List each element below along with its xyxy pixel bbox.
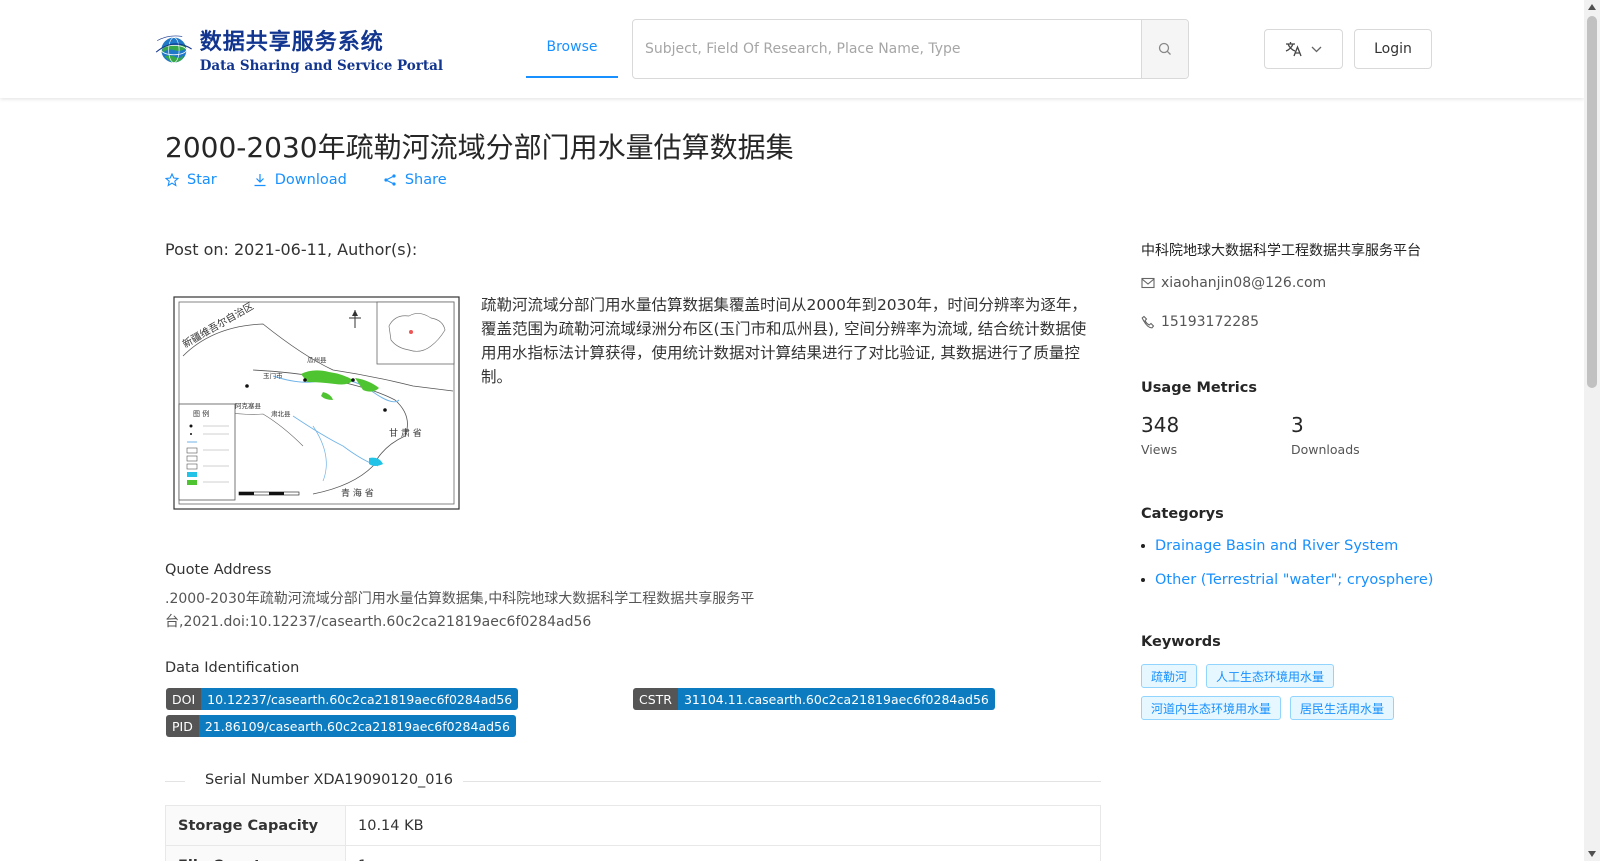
contact-email[interactable]: xiaohanjin08@126.com (1141, 275, 1326, 291)
downloads-count: 3 (1291, 413, 1304, 437)
cstr-value: 31104.11.casearth.60c2ca21819aec6f0284ad… (677, 688, 995, 710)
table-row: File Count 1 (166, 846, 1100, 861)
table-cell-key: File Count (166, 846, 346, 861)
logo-text: 数据共享服务系统 Data Sharing and Service Portal (200, 24, 443, 74)
search-button[interactable] (1141, 20, 1188, 78)
page-scrollbar[interactable] (1584, 0, 1600, 861)
dataset-title: 2000-2030年疏勒河流域分部门用水量估算数据集 (165, 131, 794, 164)
keywords-title: Keywords (1141, 634, 1221, 650)
keyword-tag[interactable]: 居民生活用水量 (1290, 696, 1395, 720)
data-identification-label: Data Identification (165, 660, 300, 676)
map-label-akesai: 阿克塞县 (235, 401, 262, 410)
downloads-label: Downloads (1291, 442, 1360, 457)
publisher-org: 中科院地球大数据科学工程数据共享服务平台 (1141, 243, 1421, 259)
contact-email-text: xiaohanjin08@126.com (1161, 275, 1327, 291)
site-logo[interactable]: 数据共享服务系统 Data Sharing and Service Portal (153, 18, 443, 80)
share-button[interactable]: Share (383, 172, 447, 188)
search-input[interactable] (633, 20, 1141, 78)
category-link-label: Drainage Basin and River System (1155, 538, 1399, 554)
chevron-down-icon (1311, 46, 1322, 52)
contact-phone: 15193172285 (1141, 314, 1259, 330)
nav-browse[interactable]: Browse (526, 18, 618, 78)
divider-left (165, 781, 185, 782)
logo-title-en: Data Sharing and Service Portal (199, 58, 443, 74)
map-label-yumen: 玉门市 (263, 371, 283, 380)
share-icon (384, 174, 396, 186)
doi-key: DOI (166, 688, 202, 710)
globe-logo-icon (155, 35, 192, 63)
quote-address-text: .2000-2030年疏勒河流域分部门用水量估算数据集,中科院地球大数据科学工程… (165, 591, 755, 630)
search-icon (1158, 42, 1171, 55)
bullet-dot (1141, 578, 1145, 582)
contact-phone-text: 15193172285 (1161, 314, 1259, 330)
top-header: 数据共享服务系统 Data Sharing and Service Portal… (0, 0, 1584, 98)
dataset-info-table: Storage Capacity 10.14 KB File Count 1 (165, 805, 1101, 861)
scroll-up-arrow-icon[interactable] (1588, 4, 1596, 10)
divider-right (463, 781, 1101, 782)
cstr-key: CSTR (633, 688, 678, 710)
keyword-tag[interactable]: 河道内生态环境用水量 (1141, 696, 1282, 720)
star-icon (165, 173, 179, 187)
search-bar (632, 19, 1189, 79)
category-link[interactable]: Drainage Basin and River System (1141, 538, 1398, 554)
download-label: Download (274, 172, 347, 188)
keyword-tag[interactable]: 人工生态环境用水量 (1206, 664, 1335, 688)
cstr-tag[interactable]: CSTR 31104.11.casearth.60c2ca21819aec6f0… (633, 688, 995, 710)
dataset-actions: Star Download Share (165, 172, 447, 188)
pid-value: 21.86109/casearth.60c2ca21819aec6f0284ad… (198, 715, 516, 737)
category-link-label: Other (Terrestrial "water"; cryosphere) (1155, 572, 1434, 588)
doi-tag[interactable]: DOI 10.12237/casearth.60c2ca21819aec6f02… (166, 688, 519, 710)
share-label: Share (404, 172, 447, 188)
usage-metrics-title: Usage Metrics (1141, 380, 1257, 396)
table-cell-value: 10.14 KB (358, 817, 424, 834)
dataset-map-image: 新疆维吾尔自治区 瓜州县 玉门市 阿克塞县 肃北县 甘 肃 省 青 海 省 图 … (173, 296, 460, 510)
login-button[interactable]: Login (1354, 29, 1432, 69)
pid-key: PID (166, 715, 199, 737)
scroll-down-arrow-icon[interactable] (1588, 851, 1596, 857)
star-label: Star (187, 172, 217, 188)
doi-value: 10.12237/casearth.60c2ca21819aec6f0284ad… (201, 688, 519, 710)
star-button[interactable]: Star (165, 172, 217, 188)
table-cell-value: 1 (346, 846, 1100, 861)
categories-title: Categorys (1141, 506, 1224, 522)
translate-icon (1285, 42, 1302, 57)
logo-title-cn: 数据共享服务系统 (199, 30, 384, 55)
phone-icon (1141, 315, 1155, 329)
map-label-qinghai: 青 海 省 (341, 487, 374, 499)
map-label-gansu: 甘 肃 省 (389, 427, 422, 439)
download-button[interactable]: Download (253, 172, 347, 188)
quote-address-label: Quote Address (165, 562, 272, 578)
views-label: Views (1141, 442, 1178, 457)
dataset-description: 疏勒河流域分部门用水量估算数据集覆盖时间从2000年到2030年，时间分辨率为逐… (481, 296, 1087, 386)
category-link[interactable]: Other (Terrestrial "water"; cryosphere) (1141, 572, 1433, 588)
table-row: Storage Capacity 10.14 KB (166, 806, 1100, 846)
mail-icon (1141, 277, 1155, 289)
language-switcher[interactable] (1264, 29, 1343, 69)
bullet-dot (1141, 544, 1145, 548)
map-legend-title: 图 例 (193, 409, 209, 418)
pid-tag[interactable]: PID 21.86109/casearth.60c2ca21819aec6f02… (166, 715, 516, 737)
map-label-subei: 肃北县 (271, 409, 291, 418)
views-count: 348 (1141, 413, 1180, 437)
scroll-thumb[interactable] (1587, 16, 1597, 388)
serial-number: Serial Number XDA19090120_016 (205, 772, 453, 788)
post-info: Post on: 2021-06-11, Author(s): (165, 240, 418, 259)
table-cell-key: Storage Capacity (166, 806, 346, 845)
download-icon (254, 174, 266, 187)
keyword-tag[interactable]: 疏勒河 (1141, 664, 1198, 688)
map-label-guazhou: 瓜州县 (307, 356, 327, 364)
